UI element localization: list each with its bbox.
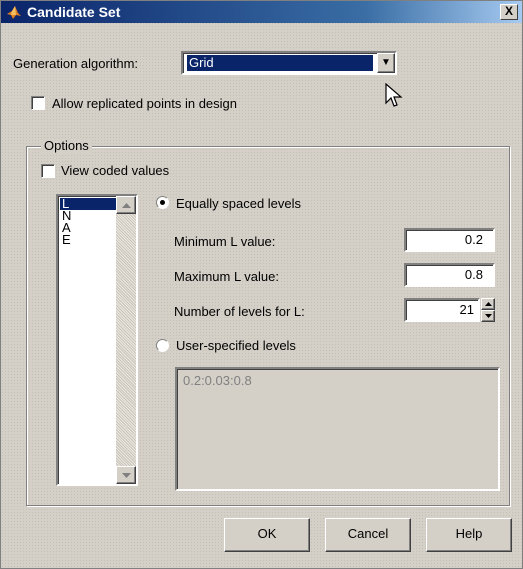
chevron-up-icon	[485, 302, 492, 306]
maximum-value-input[interactable]: 0.8	[404, 263, 495, 287]
spinner-down-button[interactable]	[481, 310, 495, 322]
levels-count-input[interactable]: 21	[404, 298, 480, 322]
help-button[interactable]: Help	[426, 518, 512, 552]
options-legend: Options	[41, 138, 92, 153]
cancel-button[interactable]: Cancel	[325, 518, 411, 552]
view-coded-label: View coded values	[61, 163, 170, 178]
scroll-down-button[interactable]	[116, 466, 136, 484]
generation-algorithm-label: Generation algorithm:	[13, 56, 139, 71]
window-title: Candidate Set	[27, 4, 121, 20]
minimum-value-label: Minimum L value:	[174, 234, 276, 249]
levels-count-label: Number of levels for L:	[174, 304, 305, 319]
generation-algorithm-select[interactable]: Grid ▼	[181, 51, 397, 75]
user-specified-value: 0.2:0.03:0.8	[183, 373, 252, 388]
user-specified-label: User-specified levels	[176, 338, 296, 353]
allow-replicated-checkbox[interactable]	[31, 96, 45, 110]
equally-spaced-radio[interactable]	[156, 196, 169, 209]
spinner-up-button[interactable]	[481, 298, 495, 310]
variable-list[interactable]: L N A E	[56, 194, 138, 486]
maximum-value-label: Maximum L value:	[174, 269, 279, 284]
chevron-down-icon	[122, 473, 131, 478]
levels-spinner[interactable]	[481, 298, 495, 322]
user-specified-textarea[interactable]: 0.2:0.03:0.8	[175, 367, 500, 491]
chevron-down-icon	[485, 314, 492, 318]
equally-spaced-label: Equally spaced levels	[176, 196, 302, 211]
title-bar: Candidate Set X	[1, 1, 522, 23]
scroll-up-button[interactable]	[116, 196, 136, 214]
chevron-down-icon[interactable]: ▼	[377, 53, 395, 73]
user-specified-radio[interactable]	[156, 339, 169, 352]
matlab-logo-icon	[7, 6, 21, 19]
view-coded-checkbox[interactable]	[41, 164, 55, 178]
variable-list-scrollbar[interactable]	[116, 196, 136, 484]
ok-button[interactable]: OK	[224, 518, 310, 552]
minimum-value-input[interactable]: 0.2	[404, 228, 495, 252]
generation-algorithm-value: Grid	[186, 54, 374, 72]
close-button[interactable]: X	[500, 4, 518, 20]
radio-selected-dot	[160, 200, 165, 205]
candidate-set-dialog: Candidate Set X Generation algorithm: Gr…	[0, 0, 523, 569]
chevron-up-icon	[122, 203, 131, 208]
mouse-pointer-icon	[385, 83, 403, 107]
allow-replicated-label: Allow replicated points in design	[52, 96, 237, 111]
